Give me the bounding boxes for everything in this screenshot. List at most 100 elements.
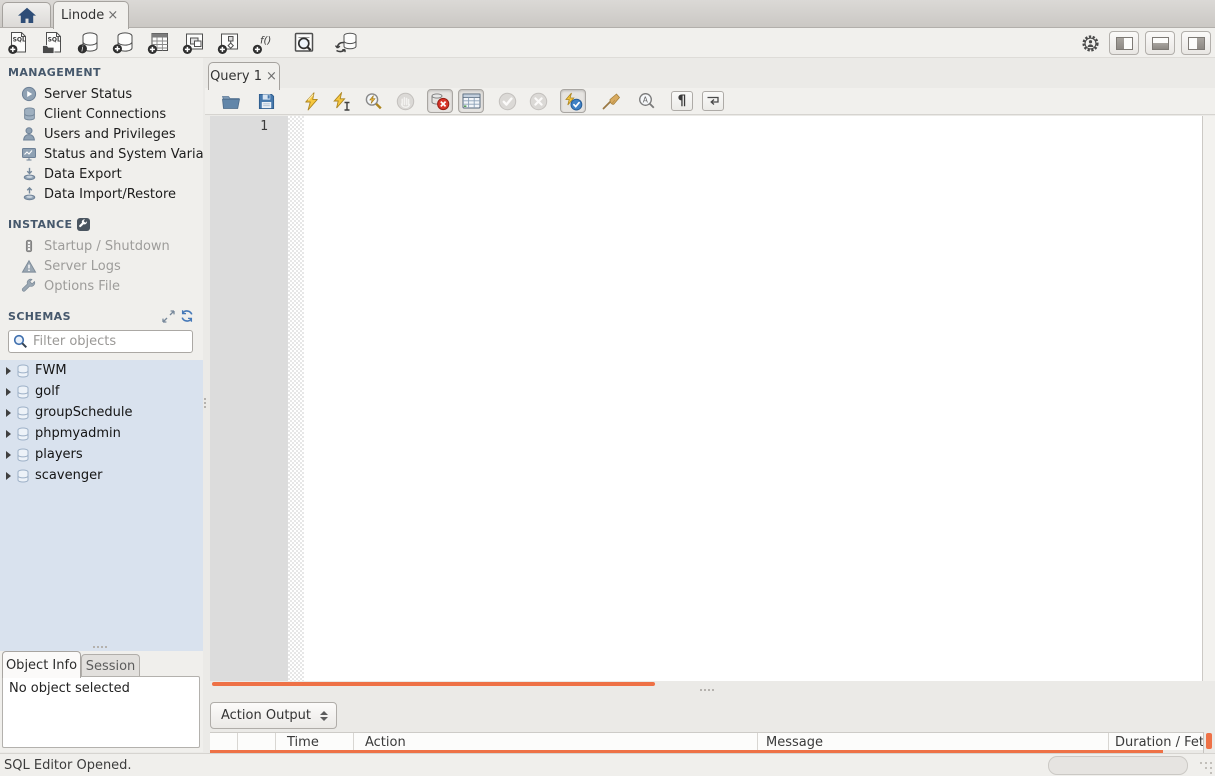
toggle-stop-on-error-button[interactable] (427, 89, 453, 113)
output-vertical-scrollbar[interactable] (1206, 733, 1212, 749)
stop-query-button[interactable] (392, 89, 418, 113)
preferences-gear-icon (1081, 34, 1100, 53)
window-tab-bar (0, 0, 1215, 28)
toggle-bottom-panel-button[interactable] (1145, 31, 1175, 55)
create-procedure-button[interactable] (215, 30, 241, 56)
sidebar-item-server-status[interactable]: Server Status (0, 84, 203, 104)
schema-inspector-button[interactable]: i (75, 30, 101, 56)
sidebar-item-server-logs[interactable]: Server Logs (0, 256, 203, 276)
sidebar-item-data-export[interactable]: Data Export (0, 164, 203, 184)
column-header-message[interactable]: Message (766, 735, 823, 750)
toggle-right-panel-button[interactable] (1181, 31, 1211, 55)
create-view-button[interactable] (180, 30, 206, 56)
schema-node-scavenger[interactable]: scavenger (0, 465, 203, 486)
execute-button[interactable] (298, 89, 324, 113)
tab-session[interactable]: Session (81, 654, 140, 678)
close-icon[interactable]: × (106, 9, 119, 22)
tab-query-1[interactable]: Query 1 × (208, 62, 280, 90)
create-function-button[interactable]: f() (250, 30, 276, 56)
home-tab[interactable] (2, 2, 51, 27)
main-toolbar: SQL SQL i f() (0, 28, 1215, 58)
new-query-tab-button[interactable]: SQL (5, 30, 31, 56)
database-schema-icon (16, 448, 30, 462)
column-divider[interactable] (237, 733, 238, 750)
execute-current-statement-icon (333, 91, 351, 111)
reconnect-dbms-button[interactable] (333, 30, 359, 56)
sidebar-item-options-file[interactable]: Options File (0, 276, 203, 296)
output-splitter-handle[interactable] (700, 689, 702, 691)
editor-horizontal-scrollbar[interactable] (212, 682, 655, 686)
preferences-gear-button[interactable] (1077, 30, 1103, 56)
editor-vertical-scrollbar[interactable] (1202, 116, 1215, 681)
commit-button[interactable] (494, 89, 520, 113)
connection-tab[interactable]: Linode × (53, 1, 129, 29)
expander-icon[interactable] (6, 366, 11, 375)
expander-icon[interactable] (6, 408, 11, 417)
execute-current-statement-button[interactable] (329, 89, 355, 113)
server-status-icon (21, 86, 37, 102)
column-divider[interactable] (757, 733, 758, 750)
limit-rows-button[interactable] (458, 89, 484, 113)
tab-object-info[interactable]: Object Info (2, 651, 81, 678)
sidebar-item-status-variables[interactable]: Status and System Variables (0, 144, 203, 164)
schema-node-players[interactable]: players (0, 444, 203, 465)
output-view-selector[interactable]: Action Output (210, 702, 337, 729)
toggle-autocommit-icon (563, 92, 583, 111)
beautify-script-button[interactable] (598, 89, 624, 113)
rollback-button[interactable] (525, 89, 551, 113)
expander-icon[interactable] (6, 471, 11, 480)
schema-node-groupschedule[interactable]: groupSchedule (0, 402, 203, 423)
database-schema-icon (16, 406, 30, 420)
sidebar-item-users-privileges[interactable]: Users and Privileges (0, 124, 203, 144)
management-section-title: MANAGEMENT (8, 65, 101, 79)
open-sql-script-button[interactable]: SQL (40, 30, 66, 56)
column-header-duration-fetch[interactable]: Duration / Fetch (1115, 735, 1203, 750)
toggle-wrap-button[interactable] (702, 91, 724, 111)
save-script-button[interactable] (253, 89, 279, 113)
save-script-icon (258, 93, 275, 110)
create-schema-button[interactable] (110, 30, 136, 56)
data-import-icon (21, 186, 37, 202)
database-schema-icon (16, 364, 30, 378)
close-icon[interactable]: × (265, 70, 278, 83)
connection-tab-label: Linode (61, 8, 105, 23)
column-divider[interactable] (353, 733, 354, 750)
open-sql-script-icon: SQL (41, 30, 65, 55)
sidebar-item-startup-shutdown[interactable]: Startup / Shutdown (0, 236, 203, 256)
refresh-schemas-icon[interactable] (180, 309, 194, 323)
find-button[interactable]: A (634, 89, 660, 113)
schema-node-phpmyadmin[interactable]: phpmyadmin (0, 423, 203, 444)
expander-icon[interactable] (6, 450, 11, 459)
toggle-autocommit-button[interactable] (560, 89, 586, 113)
sql-editor-toolbar: A ¶ (205, 88, 1215, 115)
expander-icon[interactable] (6, 429, 11, 438)
expand-schemas-icon[interactable] (162, 309, 175, 323)
search-table-data-button[interactable] (290, 30, 316, 56)
explain-plan-button[interactable] (360, 89, 386, 113)
limit-rows-icon (462, 93, 481, 110)
svg-text:f(): f() (260, 36, 271, 47)
toggle-wrap-icon (706, 95, 720, 107)
expander-icon[interactable] (6, 387, 11, 396)
schema-node-fwm[interactable]: FWM (0, 360, 203, 381)
window-resize-grip[interactable] (1200, 762, 1202, 764)
sidebar-item-client-connections[interactable]: Client Connections (0, 104, 203, 124)
column-header-action[interactable]: Action (365, 735, 406, 750)
sql-editor-canvas[interactable] (304, 116, 1202, 681)
open-script-button[interactable] (218, 89, 244, 113)
column-header-time[interactable]: Time (287, 735, 319, 750)
schema-filter-input[interactable] (8, 330, 193, 353)
column-divider[interactable] (1108, 733, 1109, 750)
sidebar-vertical-splitter[interactable] (204, 398, 206, 400)
sidebar-item-data-import[interactable]: Data Import/Restore (0, 184, 203, 204)
schema-node-golf[interactable]: golf (0, 381, 203, 402)
show-invisibles-button[interactable]: ¶ (671, 91, 693, 111)
data-export-icon (21, 166, 37, 182)
create-table-button[interactable] (145, 30, 171, 56)
column-divider[interactable] (275, 733, 276, 750)
rollback-icon (529, 92, 548, 111)
toggle-left-panel-button[interactable] (1109, 31, 1139, 55)
statusbar-progress-area (1048, 756, 1188, 775)
sidebar-horizontal-splitter[interactable] (93, 646, 95, 648)
editor-fold-margin (288, 116, 304, 681)
